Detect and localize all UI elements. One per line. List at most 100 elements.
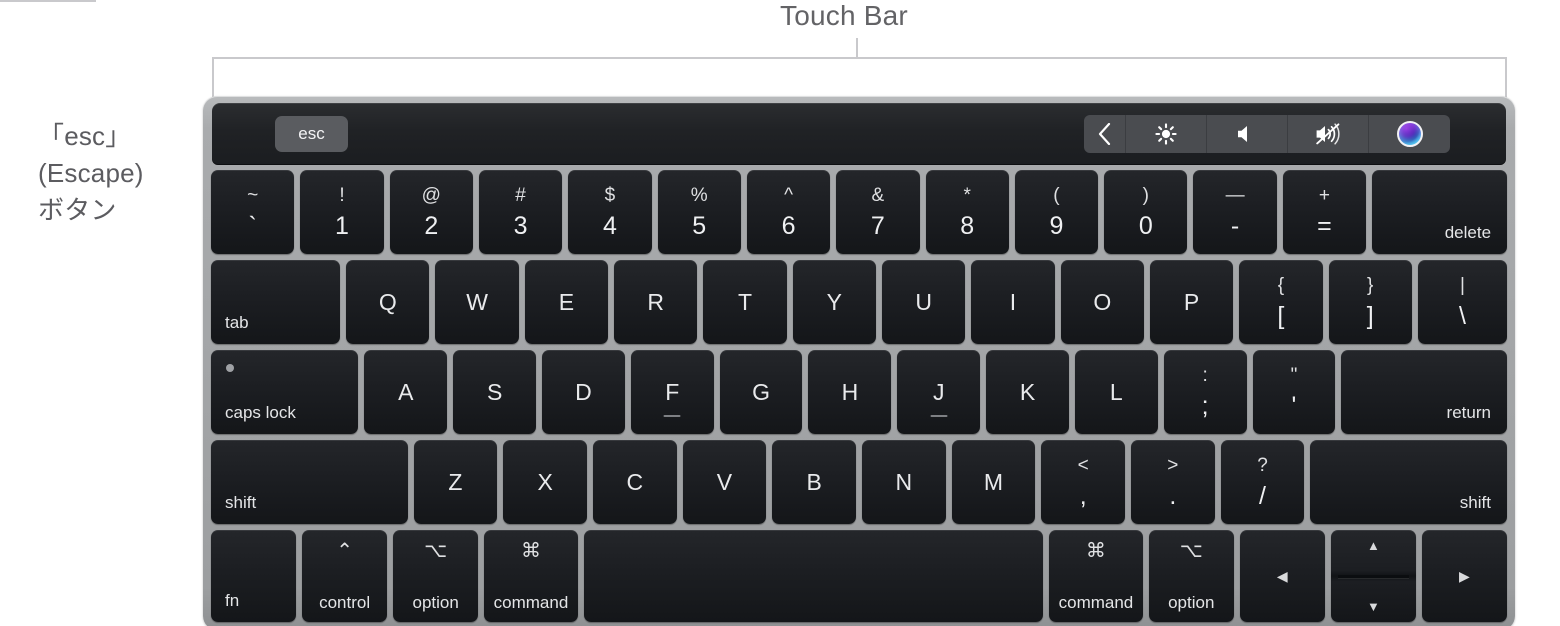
key-legend-bottom: 9 (1049, 211, 1064, 240)
key-f[interactable]: F (630, 350, 714, 434)
key-7[interactable]: & 7 (836, 170, 920, 254)
touch-bar-leader-span (212, 57, 1507, 59)
key-slash[interactable]: ? / (1220, 440, 1305, 524)
key-backtick[interactable]: ~ ` (211, 170, 295, 254)
key-legend: return (1446, 403, 1491, 422)
key-legend: B (806, 468, 822, 495)
key-6[interactable]: ^ 6 (746, 170, 831, 254)
brightness-icon[interactable] (1126, 115, 1207, 153)
key-legend-bottom: 3 (513, 211, 528, 240)
key-legend-top: " (1290, 364, 1298, 386)
key-shift-left[interactable]: shift (211, 440, 408, 524)
key-option-left[interactable]: ⌥ option (393, 530, 479, 622)
key-m[interactable]: M (951, 440, 1036, 524)
touch-bar-callout-label: Touch Bar (780, 0, 908, 31)
key-c[interactable]: C (592, 440, 677, 524)
key-d[interactable]: D (542, 350, 625, 434)
key-control[interactable]: ⌃ control (302, 530, 388, 622)
key-legend: caps lock (225, 403, 296, 422)
key-4[interactable]: $4 (568, 170, 652, 254)
number-row: ~ `! 1 @2 #3 $4% 5 ^ 6 & 7 * 8(9) 0— - + = delete (211, 170, 1508, 254)
key-w[interactable]: W (435, 260, 519, 344)
touch-bar-esc-key[interactable]: esc (275, 116, 348, 152)
key-v[interactable]: V (682, 440, 767, 524)
key-tab[interactable]: tab (211, 260, 341, 344)
siri-icon[interactable] (1369, 115, 1450, 153)
key-legend: Z (448, 468, 463, 495)
key-a[interactable]: A (364, 350, 448, 434)
key-arrow-updown[interactable]: ▲ ▼ (1330, 530, 1416, 622)
key-modifier-glyph: ⌘ (1085, 540, 1106, 562)
key-legend: A (398, 378, 414, 405)
key-equals[interactable]: + = (1282, 170, 1367, 254)
key-legend-bottom: , (1079, 481, 1087, 510)
key-semicolon[interactable]: :; (1163, 350, 1247, 434)
key-backslash[interactable]: | \ (1417, 260, 1508, 344)
key-n[interactable]: N (861, 440, 946, 524)
key-modifier-glyph: ⌥ (424, 540, 448, 562)
key-command-right[interactable]: ⌘ command (1049, 530, 1143, 622)
key-legend: N (895, 468, 913, 495)
key-arrow-left[interactable]: ◀ (1239, 530, 1325, 622)
key-quote[interactable]: " ' (1252, 350, 1336, 434)
key-arrow-right[interactable]: ▶ (1421, 530, 1507, 622)
key-shift-right[interactable]: shift (1310, 440, 1507, 524)
key-delete[interactable]: delete (1372, 170, 1508, 254)
key-fn[interactable]: fn (211, 530, 297, 622)
key-3[interactable]: #3 (478, 170, 563, 254)
key-bracket-left[interactable]: {[ (1239, 260, 1323, 344)
key-9[interactable]: (9 (1014, 170, 1099, 254)
key-u[interactable]: U (882, 260, 966, 344)
key-legend-bottom: / (1259, 481, 1266, 510)
key-r[interactable]: R (614, 260, 698, 344)
mute-icon[interactable] (1288, 115, 1369, 153)
key-l[interactable]: L (1074, 350, 1158, 434)
key-legend: L (1109, 378, 1123, 405)
key-e[interactable]: E (524, 260, 609, 344)
key-b[interactable]: B (772, 440, 856, 524)
key-legend: D (575, 378, 592, 405)
key-0[interactable]: ) 0 (1104, 170, 1188, 254)
key-1[interactable]: ! 1 (300, 170, 384, 254)
volume-icon[interactable] (1207, 115, 1288, 153)
key-p[interactable]: P (1149, 260, 1234, 344)
key-minus[interactable]: — - (1193, 170, 1277, 254)
key-return[interactable]: return (1341, 350, 1507, 434)
key-h[interactable]: H (808, 350, 892, 434)
key-period[interactable]: >. (1131, 440, 1215, 524)
touch-bar[interactable]: esc (212, 103, 1506, 165)
key-y[interactable]: Y (792, 260, 876, 344)
key-bracket-right[interactable]: }] (1328, 260, 1412, 344)
key-legend-bottom: ] (1366, 301, 1374, 330)
key-caps-lock[interactable]: caps lock (211, 350, 359, 434)
key-legend: shift (225, 493, 257, 512)
key-z[interactable]: Z (413, 440, 498, 524)
key-t[interactable]: T (703, 260, 787, 344)
key-comma[interactable]: <, (1041, 440, 1125, 524)
key-8[interactable]: * 8 (925, 170, 1009, 254)
key-space[interactable] (583, 530, 1044, 622)
key-legend-bottom: 4 (602, 211, 617, 240)
key-option-right[interactable]: ⌥ option (1148, 530, 1234, 622)
key-2[interactable]: @2 (389, 170, 473, 254)
key-command-left[interactable]: ⌘ command (484, 530, 578, 622)
key-i[interactable]: I (971, 260, 1055, 344)
key-5[interactable]: % 5 (657, 170, 741, 254)
key-o[interactable]: O (1060, 260, 1144, 344)
key-legend-top: { (1277, 274, 1285, 296)
key-g[interactable]: G (719, 350, 803, 434)
key-legend-top: & (871, 184, 885, 206)
touch-bar-control-strip[interactable] (1084, 115, 1450, 153)
key-legend-top: @ (421, 184, 441, 206)
key-s[interactable]: S (453, 350, 537, 434)
key-j[interactable]: J (897, 350, 981, 434)
expand-chevron-icon[interactable] (1084, 115, 1126, 153)
key-legend: M (983, 468, 1004, 495)
key-q[interactable]: Q (346, 260, 430, 344)
key-legend: delete (1444, 223, 1492, 242)
key-legend: G (752, 378, 770, 405)
key-k[interactable]: K (986, 350, 1069, 434)
key-x[interactable]: X (503, 440, 587, 524)
key-legend-bottom: 8 (960, 211, 975, 240)
key-legend-bottom: 0 (1138, 211, 1153, 240)
